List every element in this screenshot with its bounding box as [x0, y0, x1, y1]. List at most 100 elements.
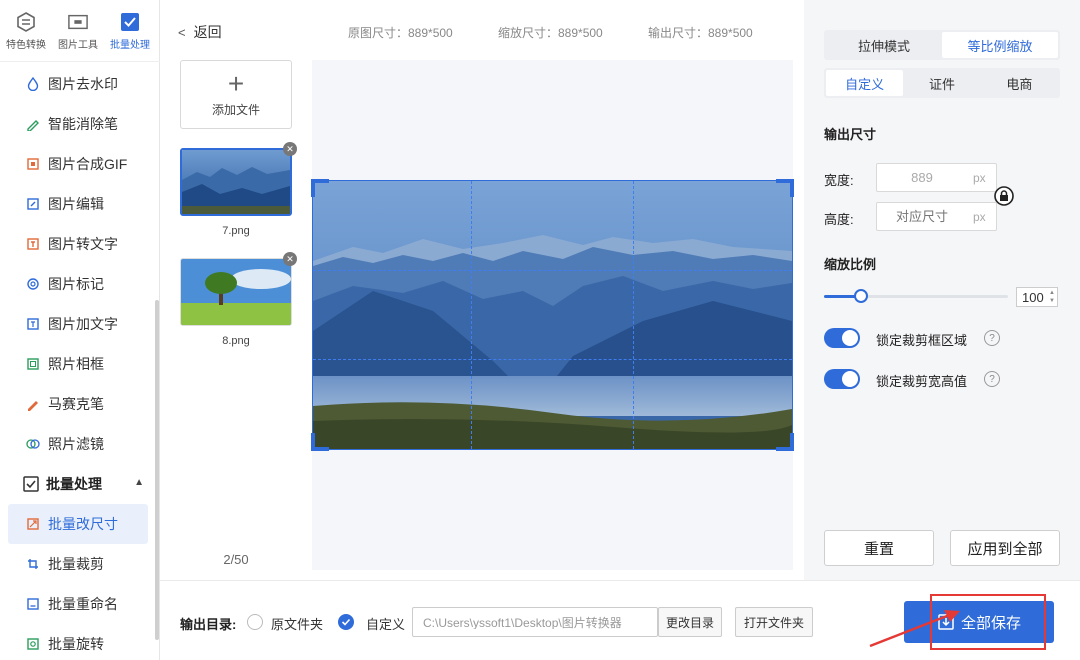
- nav-label: 照片滤镜: [48, 436, 104, 452]
- add-file-button[interactable]: + 添加文件: [180, 60, 292, 129]
- scale-slider-handle[interactable]: [853, 289, 868, 303]
- crop-frame[interactable]: [311, 179, 794, 451]
- nav-item-mark[interactable]: 图片标记: [0, 264, 156, 304]
- nav-label: 照片相框: [48, 356, 104, 372]
- custom-folder-radio[interactable]: [338, 614, 354, 630]
- help-icon[interactable]: ?: [984, 371, 1000, 387]
- nav-item-mosaic[interactable]: 马赛克笔: [0, 384, 156, 424]
- tab-label: 特色转换: [6, 39, 46, 51]
- frame-icon: [26, 357, 40, 371]
- width-field[interactable]: px: [876, 163, 997, 192]
- nav-item-batch-rotate[interactable]: 批量旋转: [0, 624, 156, 660]
- scale-slider[interactable]: [824, 289, 1008, 303]
- edit-icon: [26, 197, 40, 211]
- top-tab-bar: 特色转换 图片工具 批量处理: [0, 0, 160, 62]
- thumbnail-8[interactable]: [180, 258, 292, 326]
- remove-thumbnail-7-icon[interactable]: ✕: [283, 142, 297, 156]
- height-input[interactable]: [877, 209, 967, 224]
- batch-check-icon: [22, 475, 40, 493]
- tab-ecommerce[interactable]: 电商: [981, 70, 1058, 96]
- tab-stretch-mode[interactable]: 拉伸模式: [826, 32, 942, 58]
- tab-label: 批量处理: [110, 39, 150, 51]
- stepper-arrows-icon[interactable]: ▲ ▼: [1049, 289, 1055, 305]
- apply-all-button[interactable]: 应用到全部: [950, 530, 1060, 566]
- nav-list: 图片去水印 智能消除笔 图片合成GIF 图片编辑 图片转文字 图片标记 图片加文…: [0, 64, 156, 660]
- plus-icon: +: [227, 68, 245, 99]
- remove-thumbnail-8-icon[interactable]: ✕: [283, 252, 297, 266]
- nav-item-ocr[interactable]: 图片转文字: [0, 224, 156, 264]
- nav-item-frame[interactable]: 照片相框: [0, 344, 156, 384]
- nav-item-watermark[interactable]: 图片去水印: [0, 64, 156, 104]
- tab-feature-convert[interactable]: 特色转换: [0, 0, 52, 62]
- resize-icon: [26, 517, 40, 531]
- crop-handle-bottom-right[interactable]: [776, 433, 794, 451]
- thumbnail-7[interactable]: [180, 148, 292, 216]
- nav-item-eraser[interactable]: 智能消除笔: [0, 104, 156, 144]
- sidebar-scrollbar[interactable]: [155, 300, 159, 640]
- lock-crop-toggle[interactable]: [824, 328, 860, 348]
- lock-ratio-toggle[interactable]: [824, 369, 860, 389]
- original-folder-label: 原文件夹: [271, 617, 324, 632]
- guide-line-vertical: [633, 181, 634, 449]
- add-file-label: 添加文件: [211, 103, 260, 117]
- rename-icon: [26, 597, 40, 611]
- width-input[interactable]: [877, 170, 967, 185]
- image-tool-icon: [68, 12, 88, 32]
- nav-item-batch-crop[interactable]: 批量裁剪: [0, 544, 156, 584]
- crop-icon: [26, 557, 40, 571]
- filter-icon: [26, 437, 40, 451]
- back-button[interactable]: < 返回: [178, 22, 222, 42]
- change-dir-button[interactable]: 更改目录: [658, 607, 722, 637]
- nav-label: 智能消除笔: [48, 116, 118, 132]
- tab-proportional-scale[interactable]: 等比例缩放: [942, 32, 1058, 58]
- tab-custom[interactable]: 自定义: [826, 70, 904, 96]
- output-path-field[interactable]: [412, 607, 658, 637]
- nav-label: 批量重命名: [48, 596, 118, 612]
- output-size-title: 输出尺寸: [824, 127, 877, 142]
- crop-handle-top-right[interactable]: [776, 179, 794, 197]
- add-text-icon: [26, 317, 40, 331]
- output-path-input[interactable]: [423, 615, 655, 629]
- height-field[interactable]: px: [876, 202, 997, 231]
- crop-handle-bottom-left[interactable]: [311, 433, 329, 451]
- nav-label: 图片加文字: [48, 316, 118, 332]
- nav-item-batch-rename[interactable]: 批量重命名: [0, 584, 156, 624]
- chevron-up-icon: ▲: [134, 477, 144, 488]
- lock-crop-label: 锁定裁剪框区域: [876, 333, 968, 348]
- nav-item-batch-resize[interactable]: 批量改尺寸: [8, 504, 148, 544]
- guide-line-vertical: [471, 181, 472, 449]
- nav-item-add-text[interactable]: 图片加文字: [0, 304, 156, 344]
- open-folder-button[interactable]: 打开文件夹: [735, 607, 813, 637]
- nav-item-edit[interactable]: 图片编辑: [0, 184, 156, 224]
- nav-item-filter[interactable]: 照片滤镜: [0, 424, 156, 464]
- guide-line-horizontal: [313, 359, 792, 360]
- help-icon[interactable]: ?: [984, 330, 1000, 346]
- nav-group-batch[interactable]: 批量处理 ▲: [0, 464, 156, 504]
- nav-label: 图片合成GIF: [48, 156, 128, 172]
- tab-id-photo[interactable]: 证件: [903, 70, 980, 96]
- chevron-left-icon: <: [178, 24, 186, 40]
- mosaic-pen-icon: [26, 397, 40, 411]
- height-label: 高度:: [824, 212, 854, 227]
- custom-folder-label: 自定义: [366, 617, 406, 632]
- nav-label: 批量裁剪: [48, 556, 104, 572]
- tab-image-tools[interactable]: 图片工具: [52, 0, 104, 62]
- preview-image: [313, 181, 792, 449]
- scale-stepper[interactable]: 100 ▲ ▼: [1016, 287, 1058, 307]
- nav-item-gif[interactable]: 图片合成GIF: [0, 144, 156, 184]
- tab-label: 图片工具: [58, 39, 98, 51]
- lock-ratio-label: 锁定裁剪宽高值: [876, 374, 968, 389]
- crop-handle-top-left[interactable]: [311, 179, 329, 197]
- original-folder-radio[interactable]: [247, 614, 263, 630]
- nav-label: 批量改尺寸: [48, 516, 118, 532]
- back-label: 返回: [193, 24, 222, 40]
- thumbnail-name: 7.png: [222, 225, 250, 237]
- lock-ratio-icon[interactable]: [994, 186, 1014, 206]
- tab-batch-process[interactable]: 批量处理: [104, 0, 156, 62]
- guide-line-horizontal: [313, 270, 792, 271]
- reset-button[interactable]: 重置: [824, 530, 934, 566]
- thumbnail-name: 8.png: [222, 335, 250, 347]
- width-label: 宽度:: [824, 173, 854, 188]
- output-size-text: 输出尺寸：889*500: [648, 26, 753, 40]
- file-list: + 添加文件 ✕ 7.png ✕ 8.png 2/50: [160, 60, 310, 580]
